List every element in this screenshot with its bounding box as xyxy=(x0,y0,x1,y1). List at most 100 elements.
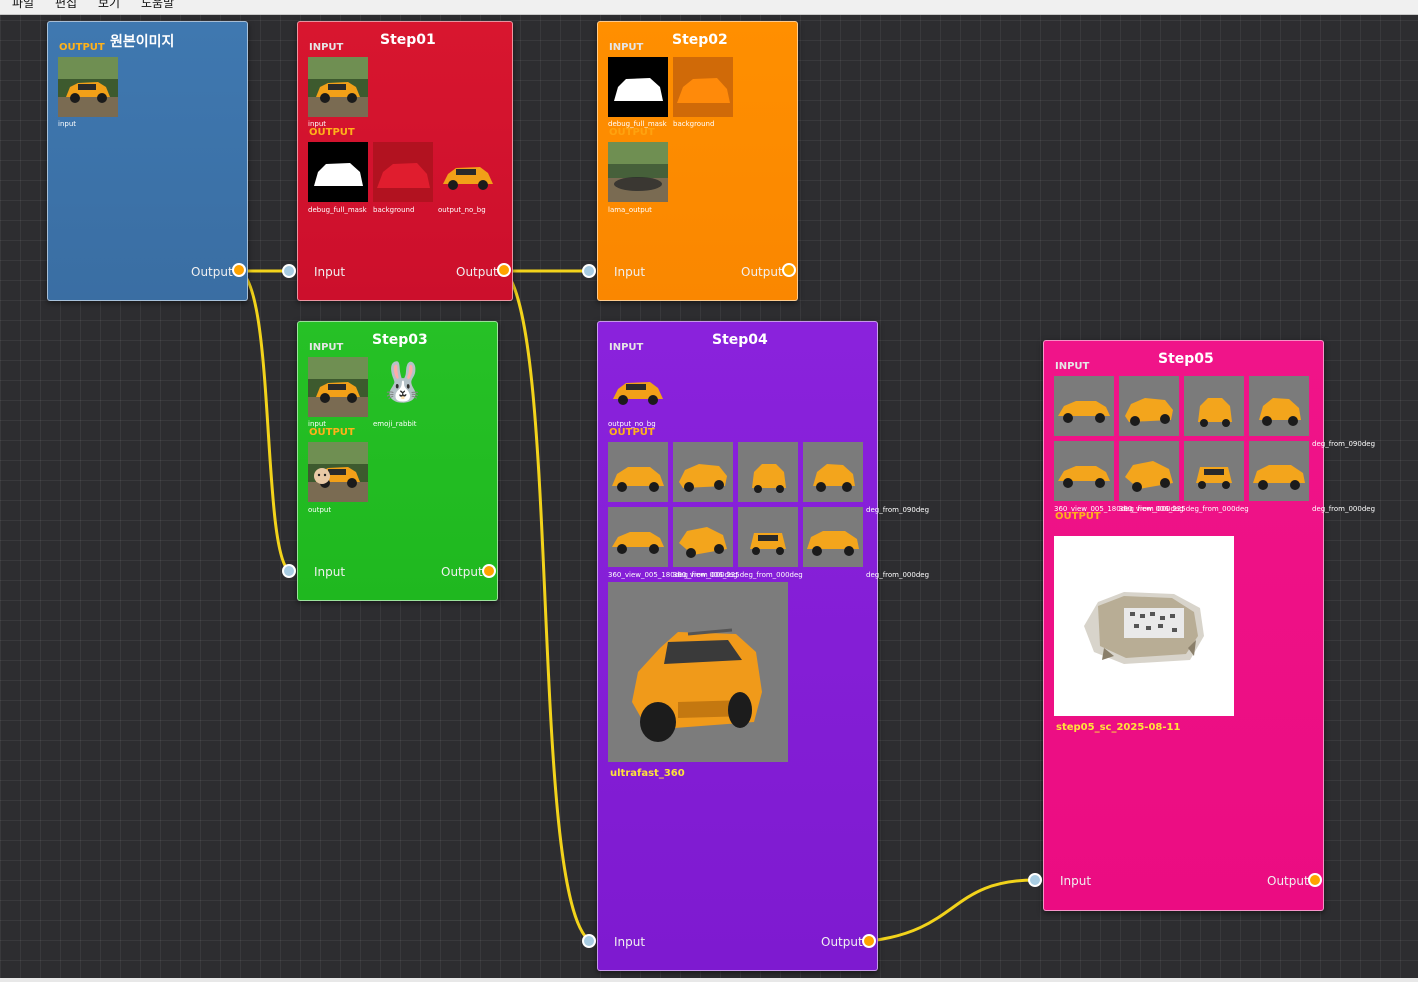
node-step03[interactable]: Step03 INPUT input 🐰 emoji_rabbit OUTPUT… xyxy=(297,321,498,601)
background-thumbnail[interactable] xyxy=(373,142,433,202)
view-thumbnail[interactable] xyxy=(803,507,863,567)
rabbit-emoji-icon[interactable]: 🐰 xyxy=(373,357,433,417)
view-caption-tail: deg_from_000deg xyxy=(1312,505,1376,513)
view-thumbnail[interactable] xyxy=(738,442,798,502)
input-section-label: INPUT xyxy=(309,42,344,53)
view-thumbnail[interactable] xyxy=(1184,441,1244,501)
node-title: Step02 xyxy=(672,32,728,48)
input-port-label: Input xyxy=(614,935,646,949)
wire-step04-to-step05[interactable] xyxy=(869,878,1036,943)
view-caption-tail: deg_from_000deg xyxy=(866,571,930,579)
thumbnail-caption: output_no_bg xyxy=(438,206,486,214)
car-cutout-thumbnail[interactable] xyxy=(608,357,668,417)
output-port-label: Output xyxy=(191,265,233,279)
point-cloud-render-thumbnail[interactable] xyxy=(1054,536,1234,716)
input-port-step01[interactable] xyxy=(282,264,296,278)
output-section-label: OUTPUT xyxy=(59,42,105,53)
view-thumbnail[interactable] xyxy=(1054,376,1114,436)
view-caption-overlap: 360_view_006_225deg_from_000deg xyxy=(1119,505,1249,513)
output-port-label: Output xyxy=(741,265,783,279)
node-title: Step04 xyxy=(712,332,768,348)
input-section-label: INPUT xyxy=(1055,361,1090,372)
car-photo-with-rabbit-thumbnail[interactable] xyxy=(308,442,368,502)
car-photo-thumbnail[interactable] xyxy=(308,57,368,117)
input-port-step05[interactable] xyxy=(1028,873,1042,887)
car-photo-thumbnail[interactable] xyxy=(58,57,118,117)
menu-view[interactable]: 보기 xyxy=(98,0,120,11)
output-port-step04[interactable] xyxy=(862,934,876,948)
node-title: Step01 xyxy=(380,32,436,48)
view-thumbnail[interactable] xyxy=(1249,376,1309,436)
output-port-step01[interactable] xyxy=(497,263,511,277)
view-thumbnail[interactable] xyxy=(1054,441,1114,501)
node-title: Step05 xyxy=(1158,351,1214,367)
view-thumbnail[interactable] xyxy=(1119,376,1179,436)
input-section-label: INPUT xyxy=(609,42,644,53)
input-port-label: Input xyxy=(614,265,646,279)
menu-file[interactable]: 파일 xyxy=(12,0,34,11)
car-cutout-thumbnail[interactable] xyxy=(438,142,498,202)
wire-original-to-step03[interactable] xyxy=(239,269,291,573)
view-thumbnail[interactable] xyxy=(1119,441,1179,501)
view-thumbnail[interactable] xyxy=(738,507,798,567)
input-port-label: Input xyxy=(1060,874,1092,888)
input-section-label: INPUT xyxy=(309,342,344,353)
wire-step01-to-step04[interactable] xyxy=(503,269,591,943)
render-caption: step05_sc_2025-08-11 xyxy=(1056,722,1181,733)
thumbnail-caption: background xyxy=(673,120,715,128)
inpainted-thumbnail[interactable] xyxy=(608,142,668,202)
node-step05[interactable]: Step05 INPUT deg_from_090deg 360_view_00… xyxy=(1043,340,1375,911)
view-thumbnail[interactable] xyxy=(803,442,863,502)
mask-thumbnail[interactable] xyxy=(608,57,668,117)
view-thumbnail[interactable] xyxy=(1184,376,1244,436)
status-bar xyxy=(0,978,1418,982)
view-caption-tail: deg_from_090deg xyxy=(1312,440,1376,448)
output-port-step03[interactable] xyxy=(482,564,496,578)
output-port-label: Output xyxy=(1267,874,1309,888)
car-3d-render-thumbnail[interactable] xyxy=(608,582,788,762)
output-section-label: OUTPUT xyxy=(309,427,355,438)
node-title: 원본이미지 xyxy=(110,34,175,50)
thumbnail-caption: lama_output xyxy=(608,206,652,214)
output-port-original[interactable] xyxy=(232,263,246,277)
output-port-step02[interactable] xyxy=(782,263,796,277)
output-port-label: Output xyxy=(821,935,863,949)
output-port-label: Output xyxy=(456,265,498,279)
input-section-label: INPUT xyxy=(609,342,644,353)
menu-help[interactable]: 도움말 xyxy=(141,0,174,11)
thumbnail-caption: debug_full_mask xyxy=(308,206,367,214)
node-step01[interactable]: Step01 INPUT input OUTPUT debug_full_mas… xyxy=(297,21,513,301)
view-thumbnail[interactable] xyxy=(608,442,668,502)
node-step04[interactable]: Step04 INPUT output_no_bg OUTPUT deg_fro… xyxy=(597,321,929,971)
view-caption-overlap: 360_view_006_225deg_from_000deg xyxy=(673,571,803,579)
thumbnail-caption: emoji_rabbit xyxy=(373,420,417,428)
view-thumbnail[interactable] xyxy=(608,507,668,567)
output-port-step05[interactable] xyxy=(1308,873,1322,887)
car-photo-thumbnail[interactable] xyxy=(308,357,368,417)
node-original-image[interactable]: 원본이미지 OUTPUT input Output xyxy=(47,21,248,301)
node-title: Step03 xyxy=(372,332,428,348)
mask-thumbnail[interactable] xyxy=(308,142,368,202)
thumbnail-caption: input xyxy=(58,120,77,128)
thumbnail-caption: background xyxy=(373,206,415,214)
view-thumbnail[interactable] xyxy=(1249,441,1309,501)
input-port-step04[interactable] xyxy=(582,934,596,948)
view-caption-tail: deg_from_090deg xyxy=(866,506,930,514)
render-caption: ultrafast_360 xyxy=(610,768,685,779)
input-port-label: Input xyxy=(314,565,346,579)
thumbnail-caption: output xyxy=(308,506,332,514)
menu-edit[interactable]: 편집 xyxy=(55,0,77,11)
background-thumbnail[interactable] xyxy=(673,57,733,117)
output-section-label: OUTPUT xyxy=(1055,511,1101,522)
view-thumbnail[interactable] xyxy=(673,442,733,502)
view-thumbnail[interactable] xyxy=(673,507,733,567)
input-port-step03[interactable] xyxy=(282,564,296,578)
input-port-label: Input xyxy=(314,265,346,279)
input-port-step02[interactable] xyxy=(582,264,596,278)
output-section-label: OUTPUT xyxy=(609,127,655,138)
output-section-label: OUTPUT xyxy=(609,427,655,438)
menu-bar: 파일 편집 보기 도움말 xyxy=(0,0,1418,15)
output-port-label: Output xyxy=(441,565,483,579)
output-section-label: OUTPUT xyxy=(309,127,355,138)
node-step02[interactable]: Step02 INPUT debug_full_mask background … xyxy=(597,21,798,301)
